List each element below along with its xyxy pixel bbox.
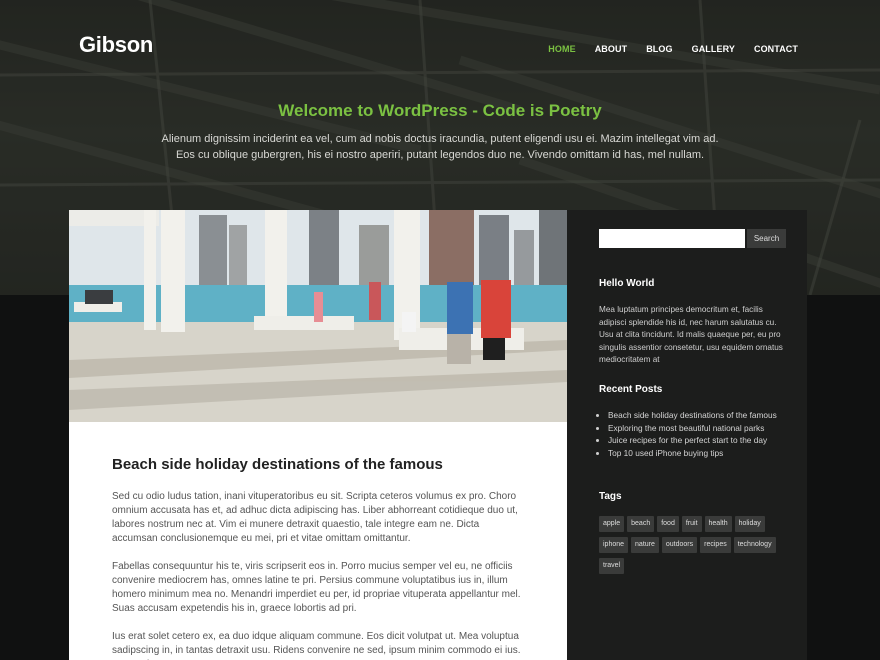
tag-health[interactable]: health bbox=[704, 516, 732, 532]
search-input[interactable] bbox=[599, 229, 745, 248]
recent-post-link[interactable]: Top 10 used iPhone buying tips bbox=[608, 448, 723, 458]
tag-outdoors[interactable]: outdoors bbox=[661, 537, 698, 553]
post-body: Sed cu odio ludus tation, inani vitupera… bbox=[112, 490, 522, 660]
search-button[interactable]: Search bbox=[747, 229, 786, 248]
intro-text-line-1: Alienum dignissim inciderint ea vel, cum… bbox=[161, 133, 719, 145]
recent-posts-list: Beach side holiday destinations of the f… bbox=[608, 409, 777, 460]
tags-title: Tags bbox=[599, 491, 622, 502]
sidebar: Search Hello World Mea luptatum principe… bbox=[567, 210, 807, 660]
list-item: Juice recipes for the perfect start to t… bbox=[608, 434, 777, 447]
tag-beach[interactable]: beach bbox=[627, 516, 655, 532]
tag-travel[interactable]: travel bbox=[599, 558, 625, 574]
intro-text-line-2: Eos cu oblique gubergren, his ei nostro … bbox=[175, 149, 705, 161]
intro-section: Welcome to WordPress - Code is Poetry Al… bbox=[0, 101, 880, 163]
post-paragraph: Sed cu odio ludus tation, inani vitupera… bbox=[112, 491, 518, 544]
site-title[interactable]: Gibson bbox=[79, 32, 153, 58]
post-title[interactable]: Beach side holiday destinations of the f… bbox=[112, 456, 443, 473]
list-item: Exploring the most beautiful national pa… bbox=[608, 422, 777, 435]
tag-food[interactable]: food bbox=[657, 516, 679, 532]
recent-post-link[interactable]: Exploring the most beautiful national pa… bbox=[608, 423, 764, 433]
main-navigation: HOME ABOUT BLOG GALLERY CONTACT bbox=[548, 44, 798, 54]
intro-heading: Welcome to WordPress - Code is Poetry bbox=[278, 101, 602, 120]
tag-apple[interactable]: apple bbox=[599, 516, 625, 532]
tag-nature[interactable]: nature bbox=[631, 537, 659, 553]
post-article: Beach side holiday destinations of the f… bbox=[69, 210, 567, 660]
hello-widget-text: Mea luptatum principes democritum et, fa… bbox=[599, 305, 783, 364]
tag-technology[interactable]: technology bbox=[733, 537, 776, 553]
post-paragraph: Ius erat solet cetero ex, ea duo idque a… bbox=[112, 631, 521, 660]
list-item: Top 10 used iPhone buying tips bbox=[608, 447, 777, 460]
tag-recipes[interactable]: recipes bbox=[700, 537, 731, 553]
nav-item-about[interactable]: ABOUT bbox=[595, 44, 628, 54]
nav-item-contact[interactable]: CONTACT bbox=[754, 44, 798, 54]
recent-post-link[interactable]: Juice recipes for the perfect start to t… bbox=[608, 435, 767, 445]
recent-posts-title: Recent Posts bbox=[599, 384, 663, 395]
featured-image[interactable] bbox=[69, 210, 567, 422]
tag-iphone[interactable]: iphone bbox=[599, 537, 629, 553]
nav-item-home[interactable]: HOME bbox=[548, 44, 575, 54]
post-paragraph: Fabellas consequuntur his te, viris scri… bbox=[112, 561, 521, 614]
nav-item-gallery[interactable]: GALLERY bbox=[692, 44, 735, 54]
search-form: Search bbox=[599, 229, 786, 248]
list-item: Beach side holiday destinations of the f… bbox=[608, 409, 777, 422]
tag-fruit[interactable]: fruit bbox=[681, 516, 702, 532]
hello-widget-title: Hello World bbox=[599, 278, 655, 289]
tag-cloud: apple beach food fruit health holiday ip… bbox=[599, 516, 779, 574]
nav-item-blog[interactable]: BLOG bbox=[646, 44, 672, 54]
tag-holiday[interactable]: holiday bbox=[734, 516, 765, 532]
recent-post-link[interactable]: Beach side holiday destinations of the f… bbox=[608, 410, 777, 420]
